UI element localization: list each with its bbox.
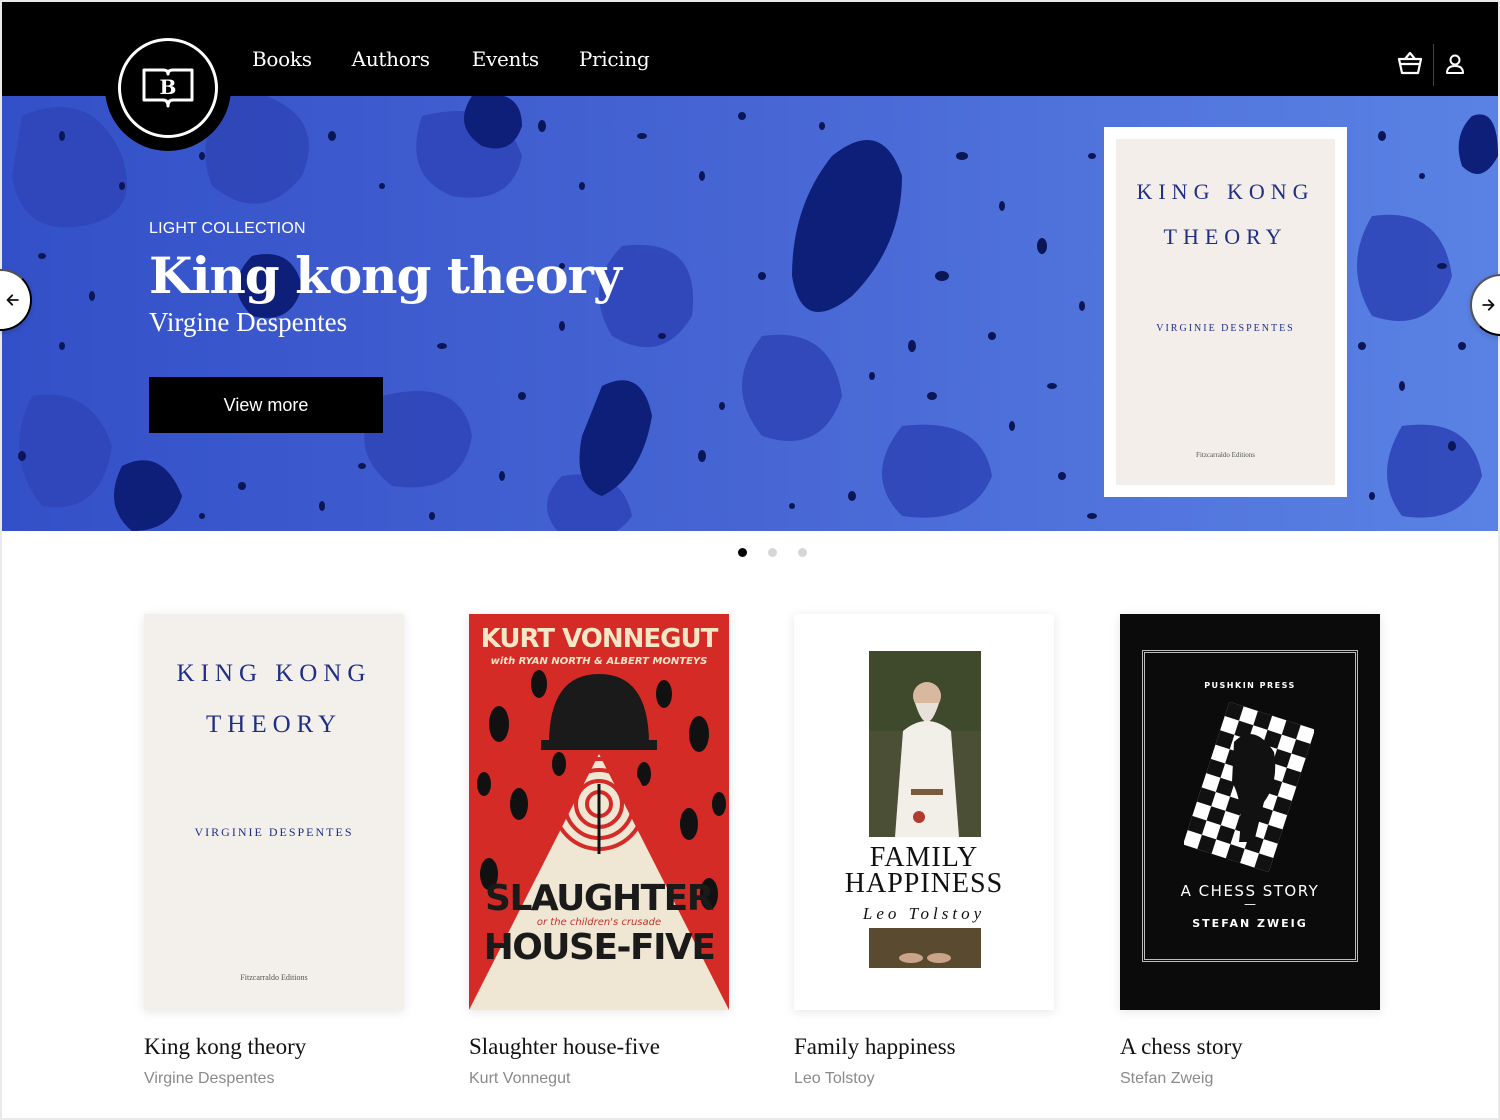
nav-item-books[interactable]: Books	[252, 47, 312, 71]
carousel-next-button[interactable]	[1470, 274, 1500, 336]
chessboard-illustration	[1184, 702, 1314, 872]
hero-book-cover[interactable]: KING KONG THEORY VIRGINIE DESPENTES Fitz…	[1104, 127, 1347, 497]
nav-item-events[interactable]: Events	[472, 47, 539, 71]
book-author[interactable]: Stefan Zweig	[1120, 1070, 1380, 1088]
hero-cover-artwork: KING KONG THEORY VIRGINIE DESPENTES Fitz…	[1116, 139, 1335, 485]
hero-cover-title-line2: THEORY	[1163, 224, 1288, 249]
cover-author: VIRGINIE DESPENTES	[194, 825, 354, 839]
cover-author: Leo Tolstoy	[862, 904, 986, 923]
nav-item-authors[interactable]: Authors	[352, 47, 430, 71]
tolstoy-feet-image	[869, 928, 981, 968]
cover-separator: —	[1244, 897, 1256, 911]
book-card[interactable]: KING KONG THEORY VIRGINIE DESPENTES Fitz…	[144, 614, 404, 1088]
logo-letter: B	[160, 75, 177, 99]
cover-title-line1: SLAUGHTER	[485, 878, 714, 919]
book-logo-icon: B	[142, 68, 194, 108]
cover-contributors: with RYAN NORTH & ALBERT MONTEYS	[490, 656, 708, 667]
hero-text-block: LIGHT COLLECTION King kong theory Virgin…	[149, 220, 622, 338]
cover-title-line1: KING KONG	[176, 660, 372, 687]
book-card[interactable]: PUSHKIN PRESS A CHESS STORY — STEFAN ZWE…	[1120, 614, 1380, 1088]
account-button[interactable]	[1444, 53, 1466, 80]
cover-publisher: Fitzcarraldo Editions	[240, 973, 308, 982]
user-icon	[1446, 54, 1464, 74]
book-author[interactable]: Leo Tolstoy	[794, 1070, 1054, 1088]
cover-author: STEFAN ZWEIG	[1192, 917, 1308, 930]
book-cover[interactable]: KING KONG THEORY VIRGINIE DESPENTES Fitz…	[144, 614, 404, 1010]
book-cover[interactable]: FAMILY HAPPINESS Leo Tolstoy	[794, 614, 1054, 1010]
carousel-dot-3[interactable]	[798, 548, 807, 557]
hero-author: Virgine Despentes	[149, 307, 348, 337]
basket-icon	[1397, 51, 1423, 75]
carousel-pagination	[738, 548, 807, 557]
view-more-button[interactable]: View more	[149, 377, 383, 433]
book-card[interactable]: KURT VONNEGUT with RYAN NORTH & ALBERT M…	[469, 614, 729, 1088]
arrow-left-icon	[6, 294, 19, 306]
cover-publisher: PUSHKIN PRESS	[1204, 681, 1296, 690]
hero-carousel: LIGHT COLLECTION King kong theory Virgin…	[2, 96, 1498, 531]
cover-title-line2: HAPPINESS	[844, 868, 1004, 899]
hero-cover-author: VIRGINIE DESPENTES	[1156, 323, 1295, 334]
header-divider	[1433, 44, 1434, 86]
hero-cover-title-line1: KING KONG	[1136, 179, 1315, 204]
book-title[interactable]: King kong theory	[144, 1034, 404, 1060]
book-cover[interactable]: PUSHKIN PRESS A CHESS STORY — STEFAN ZWE…	[1120, 614, 1380, 1010]
carousel-prev-button[interactable]	[0, 269, 32, 331]
cover-title-line2: THEORY	[206, 711, 342, 738]
arrow-right-icon	[1482, 299, 1495, 311]
cover-title-line2: HOUSE-FIVE	[483, 927, 716, 968]
book-title[interactable]: Family happiness	[794, 1034, 1054, 1060]
book-card[interactable]: FAMILY HAPPINESS Leo Tolstoy Family happ…	[794, 614, 1054, 1088]
hero-title: King kong theory	[149, 246, 622, 305]
site-logo[interactable]: B	[105, 25, 231, 151]
book-title[interactable]: A chess story	[1120, 1034, 1380, 1060]
nav-item-pricing[interactable]: Pricing	[579, 47, 650, 71]
cart-button[interactable]	[1396, 50, 1424, 81]
book-author[interactable]: Virgine Despentes	[144, 1070, 404, 1088]
cover-author-banner: KURT VONNEGUT	[480, 624, 719, 654]
book-author[interactable]: Kurt Vonnegut	[469, 1070, 729, 1088]
book-title[interactable]: Slaughter house-five	[469, 1034, 729, 1060]
hero-eyebrow: LIGHT COLLECTION	[149, 220, 306, 237]
tolstoy-portrait-image	[869, 651, 981, 837]
main-nav: Books Authors Events Pricing	[252, 47, 689, 71]
carousel-dot-1[interactable]	[738, 548, 747, 557]
book-cover[interactable]: KURT VONNEGUT with RYAN NORTH & ALBERT M…	[469, 614, 729, 1010]
hero-cover-publisher: Fitzcarraldo Editions	[1196, 451, 1255, 459]
carousel-dot-2[interactable]	[768, 548, 777, 557]
